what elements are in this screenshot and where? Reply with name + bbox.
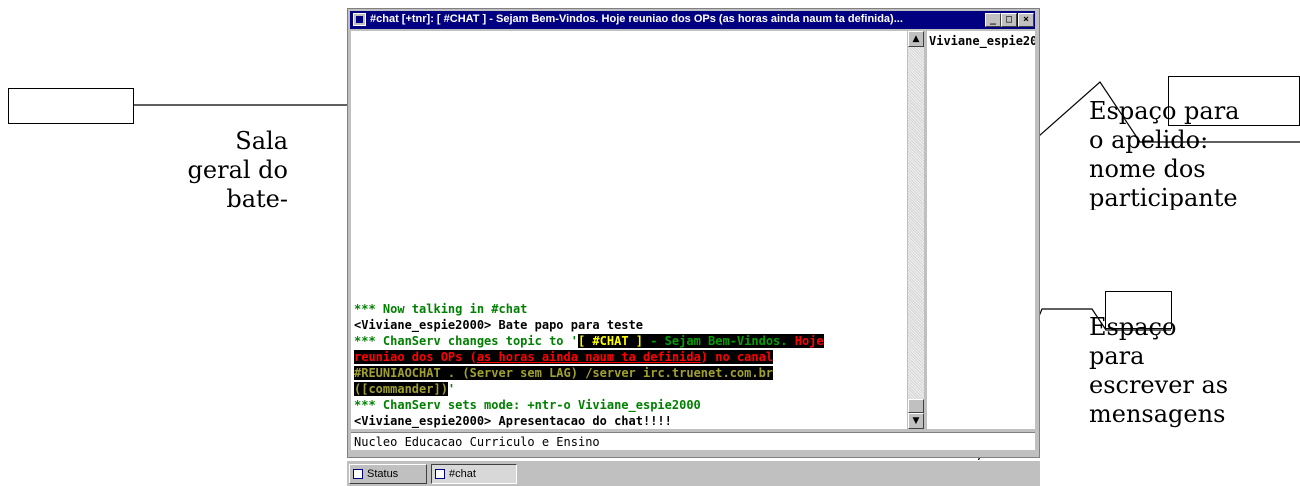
topic-hoje: Hoje xyxy=(794,334,824,348)
scroll-down-icon[interactable]: ▼ xyxy=(908,413,924,429)
message-line: *** ChanServ changes topic to '[ #CHAT ]… xyxy=(354,333,904,349)
window-title: #chat [+tnr]: [ #CHAT ] - Sejam Bem-Vind… xyxy=(370,13,903,25)
message-line: <Viviane_espie2000> Bate papo para teste xyxy=(354,318,643,332)
scroll-up-icon[interactable]: ▲ xyxy=(908,31,924,47)
message-scrollbar[interactable]: ▲ ▼ xyxy=(908,31,924,429)
message-line: *** ChanServ sets mode: +ntr-o Viviane_e… xyxy=(354,398,701,412)
annotation-line: nome dos xyxy=(1089,155,1206,183)
topic-server: . (Server sem LAG) /server irc.truenet.c… xyxy=(440,366,774,380)
chat-window-icon xyxy=(435,469,445,479)
message-line: <Viviane_espie2000> Apresentacao do chat… xyxy=(354,414,672,428)
sala-label-box xyxy=(8,88,134,124)
maximize-button[interactable]: □ xyxy=(1001,13,1017,27)
topic-welcome: - Sejam Bem-Vindos. xyxy=(643,334,795,348)
window-icon[interactable] xyxy=(353,13,366,26)
message-line: #REUNIAOCHAT . (Server sem LAG) /server … xyxy=(354,365,904,381)
topic-channel: [ #CHAT ] xyxy=(577,334,643,348)
annotation-line: Espaço xyxy=(1089,313,1177,341)
window-taskbar: Status #chat xyxy=(347,460,1040,486)
task-status[interactable]: Status xyxy=(349,464,427,484)
annotation-line: geral do xyxy=(187,156,288,184)
annotation-line: escrever as xyxy=(1089,371,1229,399)
task-chat-label: #chat xyxy=(449,468,476,480)
annotation-line: mensagens xyxy=(1089,400,1226,428)
escrever-annotation: Espaço para escrever as mensagens xyxy=(1089,313,1289,429)
status-window-icon xyxy=(353,469,363,479)
topic-reuniao: reuniao dos OPs ( xyxy=(354,350,477,364)
nick-item[interactable]: Viviane_espie2000 xyxy=(929,34,1035,48)
topic-horas: as horas ainda naum ta definida xyxy=(476,350,701,364)
sala-annotation: Sala geral do bate- xyxy=(160,127,288,214)
scroll-thumb[interactable] xyxy=(908,399,924,413)
close-button[interactable]: × xyxy=(1018,13,1034,27)
task-chat[interactable]: #chat xyxy=(431,464,517,484)
topic-commander: ([commander]) xyxy=(354,382,448,396)
title-bar[interactable]: #chat [+tnr]: [ #CHAT ] - Sejam Bem-Vind… xyxy=(350,11,1035,29)
task-status-label: Status xyxy=(367,468,399,480)
annotation-line: o apelido: xyxy=(1089,126,1209,154)
message-line: *** Now talking in #chat xyxy=(354,302,528,316)
message-area[interactable]: *** Now talking in #chat <Viviane_espie2… xyxy=(351,31,907,429)
topic-canal: ) no canal xyxy=(700,350,774,364)
annotation-line: Espaço para xyxy=(1089,97,1240,125)
message-lines: *** Now talking in #chat <Viviane_espie2… xyxy=(354,301,904,429)
annotation-line: para xyxy=(1089,342,1145,370)
nick-list[interactable]: Viviane_espie2000 xyxy=(927,31,1035,429)
minimize-button[interactable]: _ xyxy=(985,13,1001,27)
topic-end-quote: ' xyxy=(447,382,456,396)
message-line: ([commander])' xyxy=(354,381,904,397)
topic-reuniaochat: #REUNIAOCHAT xyxy=(354,366,441,380)
annotation-line: bate- xyxy=(226,185,288,213)
message-input[interactable]: Nucleo Educacao Curriculo e Ensino xyxy=(351,432,1035,450)
apelido-annotation: Espaço para o apelido: nome dos particip… xyxy=(1089,97,1289,210)
annotation-line: Sala xyxy=(235,127,288,155)
chat-window: #chat [+tnr]: [ #CHAT ] - Sejam Bem-Vind… xyxy=(347,8,1040,458)
topic-prefix: *** ChanServ changes topic to ' xyxy=(354,334,578,348)
annotation-line: participante xyxy=(1089,184,1238,210)
message-line: reuniao dos OPs (as horas ainda naum ta … xyxy=(354,349,904,365)
